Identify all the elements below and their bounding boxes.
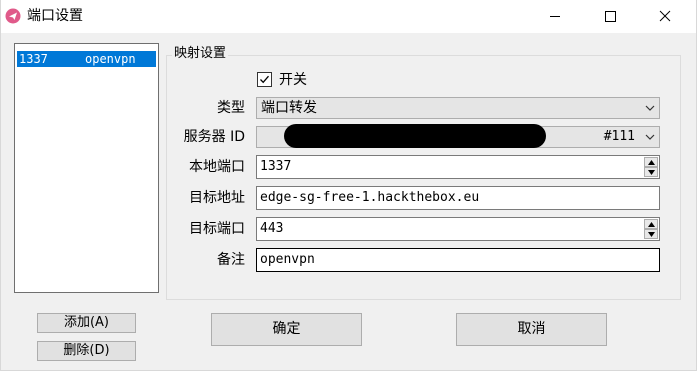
target-port-spinner[interactable]: [644, 219, 658, 239]
add-button[interactable]: 添加(A): [37, 313, 136, 333]
chevron-down-icon: [645, 134, 655, 140]
target-address-label: 目标地址: [189, 190, 245, 206]
type-select[interactable]: 端口转发: [256, 97, 660, 119]
enable-label[interactable]: 开关: [279, 71, 307, 89]
target-port-label: 目标端口: [189, 221, 245, 237]
port-settings-window: 端口设置 1337 openvpn 映射设置 开关 类型 端口转发 服务器 ID…: [0, 0, 697, 371]
group-title: 映射设置: [172, 45, 229, 62]
type-label: 类型: [217, 100, 245, 116]
spin-down-button[interactable]: [644, 167, 658, 177]
local-port-value: 1337: [260, 159, 292, 174]
local-port-label: 本地端口: [189, 159, 245, 175]
window-title: 端口设置: [27, 8, 83, 24]
spin-up-button[interactable]: [644, 157, 658, 167]
close-button[interactable]: [642, 0, 688, 33]
type-select-value: 端口转发: [261, 100, 317, 116]
ok-button[interactable]: 确定: [211, 313, 362, 346]
redaction-mark: [284, 124, 546, 148]
close-icon: [659, 10, 671, 22]
target-port-input[interactable]: 443: [256, 217, 660, 241]
note-value: openvpn: [260, 252, 315, 267]
delete-button[interactable]: 删除(D): [37, 341, 136, 361]
triangle-down-icon: [648, 170, 655, 175]
cancel-button[interactable]: 取消: [456, 313, 607, 346]
triangle-up-icon: [648, 222, 655, 227]
checkmark-icon: [260, 75, 269, 84]
note-input[interactable]: openvpn: [256, 248, 660, 272]
list-item-port: 1337: [19, 52, 48, 66]
minimize-icon: [550, 16, 560, 17]
maximize-button[interactable]: [587, 0, 633, 33]
spin-down-button[interactable]: [644, 229, 658, 239]
minimize-button[interactable]: [532, 0, 578, 33]
list-item[interactable]: 1337 openvpn: [17, 51, 156, 67]
spin-up-button[interactable]: [644, 219, 658, 229]
triangle-up-icon: [648, 160, 655, 165]
note-label: 备注: [217, 252, 245, 268]
triangle-down-icon: [648, 232, 655, 237]
server-id-value: #111: [603, 129, 635, 144]
enable-checkbox[interactable]: [257, 72, 272, 87]
target-address-value: edge-sg-free-1.hackthebox.eu: [260, 190, 480, 205]
target-port-value: 443: [260, 221, 284, 236]
list-item-name: openvpn: [85, 52, 136, 66]
maximize-icon: [605, 11, 616, 22]
chevron-down-icon: [645, 105, 655, 111]
server-id-label: 服务器 ID: [183, 129, 245, 145]
target-address-input[interactable]: edge-sg-free-1.hackthebox.eu: [256, 186, 660, 210]
local-port-spinner[interactable]: [644, 157, 658, 177]
local-port-input[interactable]: 1337: [256, 155, 660, 179]
title-bar[interactable]: 端口设置: [1, 0, 696, 33]
app-icon: [5, 8, 21, 24]
